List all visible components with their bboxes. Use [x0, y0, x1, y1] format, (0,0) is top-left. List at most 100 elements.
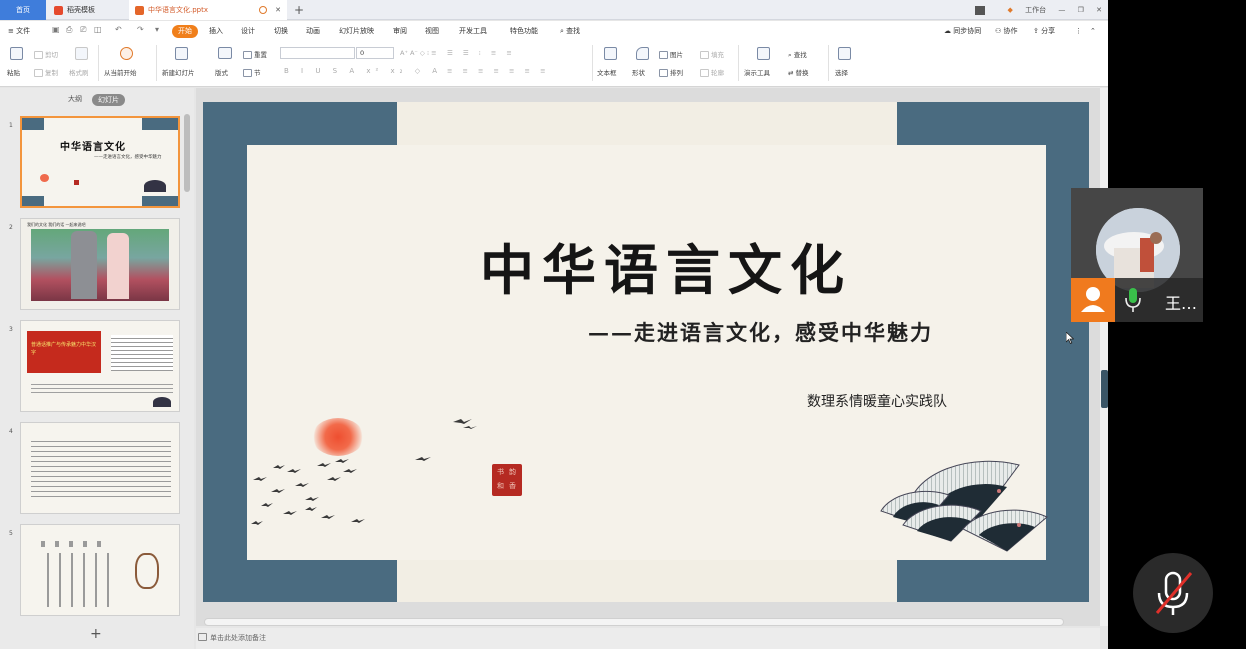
tab-template[interactable]: 稻壳模板	[48, 0, 126, 20]
menu-slideshow[interactable]: 幻灯片放映	[339, 25, 374, 38]
thumb-caption: 我们的文化 我们的话 一起来说吧	[27, 222, 86, 227]
side-panel-toggle[interactable]	[1101, 370, 1108, 408]
ribbon-separator	[592, 45, 593, 81]
menu-home[interactable]: 开始	[172, 25, 198, 38]
replace-button[interactable]: ⇄ 替换	[788, 67, 809, 77]
close-tab-icon[interactable]: ✕	[275, 0, 281, 20]
sync-collab-button[interactable]: ☁ 同步协同	[944, 25, 981, 38]
select-button[interactable]: 选择	[835, 67, 848, 77]
align-icons[interactable]: ≡ ≡ ≡ ≡ ≡ ≡ ≡	[447, 67, 550, 75]
shape-button[interactable]: 形状	[632, 67, 645, 77]
outline-button[interactable]: 轮廓	[700, 67, 724, 77]
ppt-file-icon	[135, 5, 144, 15]
from-current-button[interactable]: 从当前开始	[104, 67, 137, 77]
menu-transition[interactable]: 切换	[274, 25, 288, 38]
menu-animation[interactable]: 动画	[306, 25, 320, 38]
thumb-text-block	[111, 335, 173, 371]
paste-icon[interactable]	[10, 47, 23, 60]
menu-features[interactable]: 特色功能	[510, 25, 538, 38]
collapse-ribbon-icon[interactable]: ⌃	[1090, 25, 1096, 38]
menu-search[interactable]: ⌕ 查找	[560, 25, 580, 38]
format-painter-icon[interactable]	[75, 47, 88, 60]
redo-icon[interactable]: ↷	[137, 25, 144, 34]
workspace-button[interactable]: ◆ 工作台	[998, 6, 1047, 14]
fill-button[interactable]: 填充	[700, 49, 724, 59]
notes-bar[interactable]: 单击此处添加备注	[196, 628, 1100, 649]
slides-tab[interactable]: 幻灯片	[92, 94, 125, 106]
mute-microphone-button[interactable]	[1133, 553, 1213, 633]
menu-file[interactable]: ≡ 文件	[8, 25, 30, 38]
font-grow-shrink-icons[interactable]: A⁺ A⁻ ◇ ⁝ ≡	[400, 49, 437, 57]
print-icon[interactable]: ⎚	[80, 25, 86, 35]
textbox-button[interactable]: 文本框	[597, 67, 617, 77]
font-style-icons[interactable]: B I U S A x² x₂ ◇ A	[284, 67, 442, 75]
new-slide-icon[interactable]	[175, 47, 188, 60]
picture-button[interactable]: 图片	[659, 49, 683, 59]
font-size-select[interactable]: 0	[356, 47, 394, 59]
slide-number: 4	[9, 428, 13, 435]
canvas-vertical-scrollbar[interactable]	[1100, 88, 1108, 626]
cooperate-button[interactable]: ⚇ 协作	[995, 25, 1018, 38]
slide-thumbnail-2[interactable]: 我们的文化 我们的话 一起来说吧	[20, 218, 180, 310]
picture-icon	[659, 51, 668, 59]
layout-icon[interactable]	[218, 47, 232, 59]
slide-thumbnail-4[interactable]	[20, 422, 180, 514]
save-icon[interactable]: ▣	[52, 25, 60, 34]
slide-thumbnail-1[interactable]: 中华语言文化 ——走进语言文化，感受中华魅力	[20, 116, 180, 208]
minimize-button[interactable]: —	[1058, 6, 1065, 14]
paste-button[interactable]: 粘贴	[7, 67, 20, 77]
slide-team-name[interactable]: 数理系情暖童心实践队	[807, 391, 947, 411]
slide-title[interactable]: 中华语言文化	[203, 226, 1089, 305]
arrange-button[interactable]: 排列	[659, 67, 683, 77]
select-icon[interactable]	[838, 47, 851, 60]
tab-home[interactable]: 首页	[0, 0, 46, 20]
export-pdf-icon[interactable]: ⎙	[66, 25, 72, 35]
meeting-participant-tile[interactable]: 王…	[1071, 188, 1203, 322]
slide-thumbnail-3[interactable]: 普通话推广与传承魅力中华汉字	[20, 320, 180, 412]
cut-button[interactable]: 剪切	[34, 49, 58, 59]
new-slide-button[interactable]: 新建幻灯片	[162, 67, 195, 77]
share-button[interactable]: ⇪ 分享	[1033, 25, 1055, 38]
more-menu-icon[interactable]: ⋮	[1075, 25, 1082, 38]
tab-document[interactable]: 中华语言文化.pptx ✕	[129, 0, 287, 20]
search-icon: ⌕	[560, 27, 564, 35]
participant-name: 王…	[1165, 294, 1198, 313]
menu-design[interactable]: 设计	[241, 25, 255, 38]
textbox-icon[interactable]	[604, 47, 617, 60]
presentation-tools-button[interactable]: 演示工具	[744, 67, 770, 77]
shape-icon[interactable]	[636, 47, 649, 60]
copy-button[interactable]: 复制	[34, 67, 58, 77]
customize-quick-access-icon[interactable]: ▾	[155, 25, 159, 34]
reset-button[interactable]: 重置	[243, 49, 267, 59]
panel-scrollbar[interactable]	[184, 114, 190, 192]
screen-icon[interactable]	[975, 5, 986, 15]
menu-developer[interactable]: 开发工具	[459, 25, 487, 38]
notes-placeholder[interactable]: 单击此处添加备注	[210, 633, 266, 643]
play-icon[interactable]	[120, 47, 133, 60]
paragraph-icons[interactable]: ☰ ☰ ⁝ ≡ ≡	[447, 49, 516, 57]
section-icon	[243, 69, 252, 77]
find-button[interactable]: ⌕ 查找	[788, 49, 807, 60]
font-name-select[interactable]	[280, 47, 355, 59]
format-painter-button[interactable]: 格式刷	[69, 67, 89, 77]
menu-view[interactable]: 视图	[425, 25, 439, 38]
print-preview-icon[interactable]: ◫	[94, 25, 102, 34]
outline-tab[interactable]: 大纲	[68, 94, 82, 104]
thumb-sun	[40, 174, 49, 182]
close-window-button[interactable]: ✕	[1096, 6, 1102, 14]
undo-icon[interactable]: ↶	[115, 25, 122, 34]
canvas-horizontal-scrollbar[interactable]	[204, 618, 1064, 626]
workspace-icon: ◆	[1007, 6, 1013, 14]
menu-review[interactable]: 审阅	[393, 25, 407, 38]
slide-subtitle[interactable]: ——走进语言文化，感受中华魅力	[588, 317, 933, 347]
add-slide-button[interactable]: +	[90, 626, 102, 642]
section-button[interactable]: 节	[243, 67, 261, 77]
restore-button[interactable]: ❐	[1078, 6, 1084, 14]
new-tab-button[interactable]: +	[294, 0, 304, 20]
arrange-icon	[659, 69, 668, 77]
layout-button[interactable]: 版式	[215, 67, 228, 77]
slide-thumbnail-5[interactable]	[20, 524, 180, 616]
menu-insert[interactable]: 插入	[209, 25, 223, 38]
current-slide[interactable]: 中华语言文化 ——走进语言文化，感受中华魅力 数理系情暖童心实践队 书 韵 和 …	[203, 102, 1089, 602]
presentation-tools-icon[interactable]	[757, 47, 770, 60]
